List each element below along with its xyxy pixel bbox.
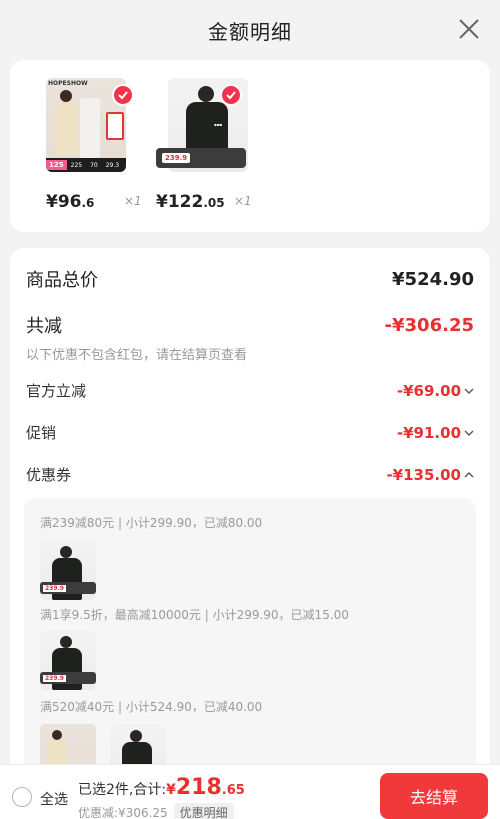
checkmark-icon[interactable] — [220, 84, 242, 106]
chevron-down-icon — [464, 430, 474, 436]
chevron-down-icon — [464, 388, 474, 394]
header: 金额明细 — [0, 0, 500, 60]
official-discount-row[interactable]: 官方立减 -¥69.00 — [26, 380, 474, 401]
total-summary: 已选2件,合计: ¥ 218 .65 — [78, 775, 245, 800]
product-item[interactable]: ▪▪▪ 239.9 ¥122 .05 ×1 — [156, 78, 256, 212]
close-icon[interactable] — [456, 16, 482, 42]
reduce-value: -¥306.25 — [384, 314, 474, 336]
product-item[interactable]: HOPESHOW 125 225 70 29.3 ¥96 .6 ×1 — [46, 78, 146, 212]
total-row: 商品总价 ¥524.90 — [26, 266, 474, 292]
price-stats-bar: 125 225 70 29.3 — [46, 158, 126, 172]
checkout-bar: 全选 已选2件,合计: ¥ 218 .65 优惠减:¥306.25 优惠明细 去… — [0, 764, 500, 819]
quantity: ×1 — [234, 194, 252, 208]
coupon-rule: 满520减40元 | 小计524.90，已减40.00 — [40, 700, 263, 714]
page-title: 金额明细 — [208, 19, 292, 44]
product-price: ¥122 .05 ×1 — [156, 192, 252, 212]
total-price: 218 — [175, 775, 222, 800]
discount-note: 以下优惠不包含红包，请在结算页查看 — [26, 348, 248, 363]
promo-row[interactable]: 促销 -¥91.00 — [26, 422, 474, 443]
select-all-radio[interactable] — [12, 787, 32, 807]
badge-price: 125 — [46, 160, 67, 170]
total-label: 商品总价 — [26, 270, 98, 291]
select-all-label[interactable]: 全选 — [40, 789, 68, 809]
badge-price: 239.9 — [162, 153, 191, 163]
checkmark-icon[interactable] — [112, 84, 134, 106]
total-value: ¥524.90 — [392, 268, 474, 290]
reduce-row: 共减 -¥306.25 — [26, 312, 474, 338]
discount-detail-link[interactable]: 优惠明细 — [173, 803, 234, 819]
coupon-rule: 满239减80元 | 小计299.90，已减80.00 — [40, 516, 263, 530]
checkout-button[interactable]: 去结算 — [380, 773, 488, 819]
price-details-card: 商品总价 ¥524.90 共减 -¥306.25 以下优惠不包含红包，请在结算页… — [10, 248, 490, 819]
coupon-rule: 满1享9.5折，最高减10000元 | 小计299.90，已减15.00 — [40, 608, 349, 622]
brand-text: HOPESHOW — [48, 80, 88, 87]
discount-summary: 优惠减:¥306.25 优惠明细 — [78, 803, 234, 819]
price-overlay: 239.9 — [156, 148, 246, 168]
coupon-row[interactable]: 优惠券 -¥135.00 — [26, 464, 474, 485]
selected-products-card: HOPESHOW 125 225 70 29.3 ¥96 .6 ×1 ▪▪▪ 2… — [10, 60, 490, 232]
chevron-up-icon — [464, 471, 474, 477]
coupon-product-thumbnail[interactable]: 239.9 — [40, 540, 96, 600]
coupon-product-thumbnail[interactable]: 239.9 — [40, 630, 96, 690]
quantity: ×1 — [124, 194, 142, 208]
reduce-label: 共减 — [26, 316, 62, 337]
